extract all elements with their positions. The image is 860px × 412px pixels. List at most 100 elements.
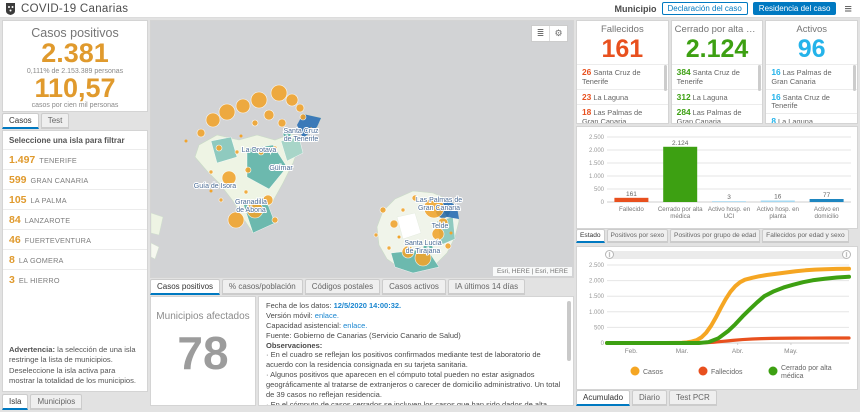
legend-dot-2 [768,366,778,376]
map-label: de Tirajana [406,248,441,255]
stat-card-title: Fallecidos [600,24,644,35]
tab-isla[interactable]: Isla [2,394,29,410]
stat-card-value: 161 [601,35,644,63]
tab-test[interactable]: Test [40,113,70,129]
svg-text:Fallecidos: Fallecidos [711,369,743,376]
island-value: 84 [9,213,21,226]
islands-card: Seleccione una isla para filtrar 1.497 TE… [2,130,148,392]
app-title: COVID-19 Canarias [21,2,129,15]
svg-text:16: 16 [774,194,782,201]
stat-list-item[interactable]: 23 La Laguna [577,88,668,105]
stat-item-value: 23 [582,91,592,102]
stat-list-item[interactable]: 8 La Laguna [766,113,858,123]
tab-estado[interactable]: Estado [576,229,605,243]
stats-row: Fallecidos 161 26 Santa Cruz de Tenerife 23 L… [576,20,859,124]
tab-positivos-por-grupo-de-edad[interactable]: Positivos por grupo de edad [670,229,761,243]
tab-casos-positivos[interactable]: Casos positivos [150,279,221,295]
bar-4[interactable] [809,199,844,202]
island-row[interactable]: 84 LANZAROTE [3,209,147,229]
stat-scrollbar[interactable] [758,65,762,91]
tab-test-pcr[interactable]: Test PCR [668,390,717,406]
island-row[interactable]: 3 EL HIERRO [3,269,147,289]
svg-text:500: 500 [594,187,605,193]
svg-text:Activo hosp. en: Activo hosp. en [757,206,800,213]
svg-text:2.000: 2.000 [589,279,605,285]
svg-text:Cerrado por alta: Cerrado por alta [658,206,703,213]
observacion-bullet: · En el cuadro se reflejan los positivos… [266,350,541,370]
tab-casos-activos[interactable]: Casos activos [382,279,446,295]
island-label: LANZAROTE [24,215,71,225]
island-row[interactable]: 46 FUERTEVENTURA [3,229,147,249]
slider-handle-left[interactable]: ∥ [605,250,614,259]
stat-list-item[interactable]: 18 Las Palmas de Gran Canaria [577,104,668,123]
svg-text:2.000: 2.000 [589,148,605,154]
info-scrollbar[interactable] [567,301,571,361]
map-label: Santa Lucía [404,240,441,247]
bar-3[interactable] [760,200,795,203]
tab-%-casos-población[interactable]: % casos/población [222,279,303,295]
stat-item-value: 26 [582,66,592,77]
tab-positivos-por-sexo[interactable]: Positivos por sexo [606,229,669,243]
capacidad-link[interactable]: enlace. [343,321,367,330]
svg-text:Casos: Casos [643,369,663,376]
stat-item-value: 284 [676,107,691,118]
tab-municipios[interactable]: Municipios [30,394,83,410]
bar-1[interactable] [663,146,698,202]
stat-list-item[interactable]: 16 Las Palmas de Gran Canaria [766,63,858,89]
map-label: La Orotava [242,147,277,154]
series-cerrado-por-alta-médica[interactable] [605,274,851,345]
canary-islands-map[interactable]: Santa Cruzde Tenerife La Orotava Güímar Guí… [151,21,573,277]
stat-card-fallecidos: Fallecidos 161 26 Santa Cruz de Tenerife 23 L… [576,20,669,124]
island-row[interactable]: 8 LA GOMERA [3,249,147,269]
island-row[interactable]: 599 GRAN CANARIA [3,169,147,189]
fecha-line: Fecha de los datos: 12/5/2020 14:00:32. [266,301,561,311]
bar-2[interactable] [712,201,746,202]
legend-icon[interactable]: ≣ [532,26,549,41]
tab-diario[interactable]: Diario [632,390,667,406]
tab-ia-últimos-14-días[interactable]: IA últimos 14 días [447,279,526,295]
svg-text:planta: planta [769,213,786,220]
map-label: Santa Cruz [283,128,319,135]
svg-text:161: 161 [626,191,637,198]
settings-icon[interactable]: ⚙ [549,26,567,41]
bar-0[interactable] [614,197,649,202]
island-value: 599 [9,173,27,186]
map-label: de Abona [236,207,266,214]
island-row[interactable]: 1.497 TENERIFE [3,149,147,169]
stat-list-item[interactable]: 16 Santa Cruz de Tenerife [766,88,858,114]
stat-list-item[interactable]: 312 La Laguna [671,88,763,105]
svg-text:500: 500 [594,325,605,331]
map-panel[interactable]: Santa Cruz de Tenerife La Orotava Güímar Guí… [150,20,574,278]
casos-positivos-card: Casos positivos 2.381 0,111% de 2.153.38… [2,20,148,112]
tab-fallecidos-por-edad-y-sexo[interactable]: Fallecidos por edad y sexo [762,229,849,243]
observaciones-label: Observaciones: [266,340,323,350]
acumulado-line-chart-panel: ∥ ∥ 0 500 1.000 1.500 2.000 2.500 Feb. Mar. Abr.… [576,246,858,390]
stat-list-item[interactable]: 26 Santa Cruz de Tenerife [577,63,668,89]
fuente-line: Fuente: Gobierno de Canarias (Servicio C… [266,330,461,340]
tab-códigos-postales[interactable]: Códigos postales [304,279,381,295]
island-label: LA PALMA [30,195,67,205]
slider-handle-right[interactable]: ∥ [842,250,851,259]
tab-acumulado[interactable]: Acumulado [576,390,631,406]
map-label: Granadilla [235,199,267,206]
tab-casos[interactable]: Casos [2,113,39,129]
observacion-bullet: · Algunos positivos que aparecen en el c… [266,370,561,400]
stat-scrollbar[interactable] [663,65,667,91]
declaracion-del-caso-button[interactable]: Declaración del caso [661,1,748,16]
stat-scrollbar[interactable] [853,65,857,91]
map-label: Güímar [269,165,293,172]
casos-rate: 110,57 [34,72,116,103]
island-value: 8 [9,253,15,266]
stat-list-item[interactable]: 284 Las Palmas de Gran Canaria [671,104,763,123]
stat-list-item[interactable]: 384 Santa Cruz de Tenerife [671,63,763,89]
acumulado-line-chart: 0 500 1.000 1.500 2.000 2.500 Feb. Mar. Abr. May.… [589,263,851,380]
menu-icon[interactable]: ≡ [844,2,852,15]
svg-text:médica: médica [781,373,804,380]
version-link[interactable]: enlace. [315,311,339,320]
casos-rate-label: casos por cien mil personas [31,102,119,110]
residencia-del-caso-button[interactable]: Residencia del caso [752,1,837,16]
time-range-slider[interactable]: ∥ ∥ [605,250,851,259]
stat-item-value: 384 [676,66,691,77]
map-label: Gran Canaria [418,205,460,212]
island-row[interactable]: 105 LA PALMA [3,189,147,209]
